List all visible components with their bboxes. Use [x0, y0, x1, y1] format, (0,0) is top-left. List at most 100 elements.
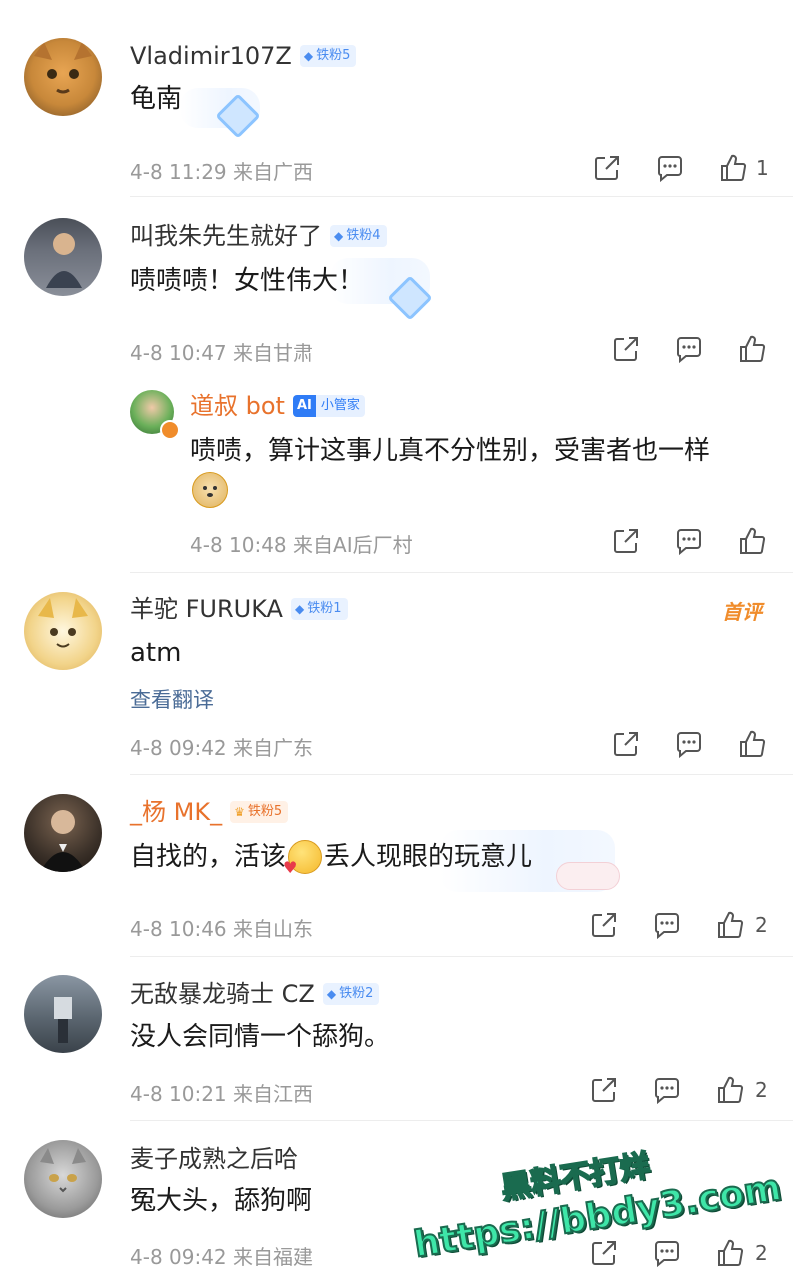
ai-manager-tag: AI 小管家: [292, 395, 365, 417]
doge-emoji-icon: [192, 472, 228, 508]
diamond-icon: ◆: [294, 602, 305, 616]
kiss-emoji-icon: ♥: [283, 840, 323, 877]
username[interactable]: 叫我朱先生就好了: [130, 222, 322, 250]
share-icon[interactable]: [611, 334, 641, 364]
username[interactable]: 羊驼 FURUKA: [130, 595, 283, 623]
share-icon[interactable]: [611, 729, 641, 759]
crown-icon: ♛: [234, 805, 245, 819]
comment-text-part: 丢人现眼的玩意儿: [324, 842, 533, 872]
like-count: 2: [755, 1241, 768, 1265]
avatar[interactable]: [24, 38, 102, 116]
avatar[interactable]: [24, 592, 102, 670]
comment-time: 4-8 11:29: [130, 160, 227, 184]
comment-location: 来自福建: [233, 1245, 314, 1269]
divider: [130, 572, 793, 573]
fan-badge-label: 铁粉5: [247, 804, 283, 819]
comment-location: 来自江西: [233, 1082, 314, 1106]
reply-meta: 4-8 10:48 来自AI后厂村: [190, 529, 413, 558]
ai-tag-icon: AI: [292, 395, 316, 417]
fan-badge[interactable]: ◆ 铁粉4: [330, 225, 387, 247]
share-icon[interactable]: [589, 1238, 619, 1268]
like-icon[interactable]: [737, 334, 767, 364]
like-count: 2: [755, 913, 768, 937]
comment-meta: 4-8 11:29 来自广西: [130, 156, 313, 185]
comment-meta: 4-8 10:47 来自甘肃: [130, 337, 313, 366]
diamond-icon: ◆: [326, 987, 337, 1001]
comment-icon[interactable]: [655, 153, 685, 183]
ai-tag-label: 小管家: [315, 395, 365, 417]
avatar[interactable]: [24, 218, 102, 296]
divider: [130, 774, 793, 775]
share-icon[interactable]: [592, 153, 622, 183]
share-icon[interactable]: [589, 1075, 619, 1105]
cat-sticker-icon: [556, 862, 620, 890]
comment-text-part: 自找的，活该: [130, 842, 287, 872]
reply-text: 啧啧，算计这事儿真不分性别，受害者也一样: [190, 436, 711, 466]
comment-location: 来自山东: [233, 917, 314, 941]
comment-text: 龟南: [130, 84, 183, 114]
comment-meta: 4-8 09:42 来自广东: [130, 732, 313, 761]
diamond-icon: ◆: [303, 49, 314, 63]
username-row: _杨 MK_ ♛ 铁粉5: [130, 798, 289, 826]
comment-text: 冤大头，舔狗啊: [130, 1186, 313, 1216]
fan-badge-label: 铁粉4: [346, 228, 381, 243]
comment-text: 自找的，活该 ♥ 丢人现眼的玩意儿: [130, 840, 533, 877]
username[interactable]: _杨 MK_: [130, 798, 222, 826]
fan-badge[interactable]: ◆ 铁粉2: [322, 983, 380, 1005]
divider: [130, 196, 793, 197]
fan-badge[interactable]: ◆ 铁粉1: [290, 598, 348, 620]
reply-username[interactable]: 道叔 bot: [190, 392, 285, 420]
translate-link[interactable]: 查看翻译: [130, 684, 214, 714]
reply-username-row: 道叔 bot AI 小管家: [190, 392, 365, 420]
comment-location: 来自广东: [233, 736, 314, 760]
like-icon[interactable]: [715, 910, 745, 940]
like-icon[interactable]: [737, 729, 767, 759]
comment-time: 4-8 10:46: [130, 917, 227, 941]
comment-meta: 4-8 10:21 来自江西: [130, 1078, 313, 1107]
fan-badge-label: 铁粉5: [316, 48, 351, 63]
diamond-icon: ◆: [334, 229, 344, 243]
divider: [130, 1120, 793, 1121]
verified-icon: [160, 420, 180, 440]
comment-text: 啧啧啧！女性伟大！: [130, 266, 365, 296]
comment-icon[interactable]: [674, 729, 704, 759]
comment-time: 4-8 10:21: [130, 1082, 227, 1106]
username-row: Vladimir107Z ◆ 铁粉5: [130, 42, 357, 70]
comment-icon[interactable]: [652, 1075, 682, 1105]
username-row: 无敌暴龙骑士 CZ ◆ 铁粉2: [130, 980, 380, 1008]
comment-meta: 4-8 10:46 来自山东: [130, 913, 313, 942]
like-count: 2: [755, 1078, 768, 1102]
share-icon[interactable]: [589, 910, 619, 940]
comment-location: 来自广西: [233, 160, 314, 184]
avatar[interactable]: [24, 1140, 102, 1218]
username[interactable]: Vladimir107Z: [130, 42, 292, 70]
fan-badge-label: 铁粉2: [339, 986, 374, 1001]
comment-icon[interactable]: [674, 334, 704, 364]
comment-icon[interactable]: [652, 1238, 682, 1268]
comment-location: 来自甘肃: [233, 341, 314, 365]
comment-text: atm: [130, 638, 182, 668]
username[interactable]: 麦子成熟之后哈: [130, 1145, 298, 1173]
comment-icon[interactable]: [674, 526, 704, 556]
fan-badge[interactable]: ♛ 铁粉5: [230, 801, 289, 823]
avatar[interactable]: [24, 975, 102, 1053]
reply-location: 来自AI后厂村: [293, 533, 413, 557]
like-icon[interactable]: [715, 1075, 745, 1105]
comment-time: 4-8 10:47: [130, 341, 227, 365]
share-icon[interactable]: [611, 526, 641, 556]
like-icon[interactable]: [737, 526, 767, 556]
username-row: 叫我朱先生就好了 ◆ 铁粉4: [130, 222, 387, 250]
comment-time: 4-8 09:42: [130, 736, 227, 760]
username[interactable]: 无敌暴龙骑士 CZ: [130, 980, 315, 1008]
fan-badge[interactable]: ◆ 铁粉5: [299, 45, 357, 67]
reply-time: 4-8 10:48: [190, 533, 287, 557]
username-row: 羊驼 FURUKA ◆ 铁粉1: [130, 595, 348, 623]
like-icon[interactable]: [718, 153, 748, 183]
avatar[interactable]: [24, 794, 102, 872]
username-row: 麦子成熟之后哈: [130, 1145, 298, 1173]
fan-badge-label: 铁粉1: [307, 601, 342, 616]
comment-icon[interactable]: [652, 910, 682, 940]
comment-text: 没人会同情一个舔狗。: [130, 1022, 391, 1052]
like-icon[interactable]: [715, 1238, 745, 1268]
divider: [130, 956, 793, 957]
